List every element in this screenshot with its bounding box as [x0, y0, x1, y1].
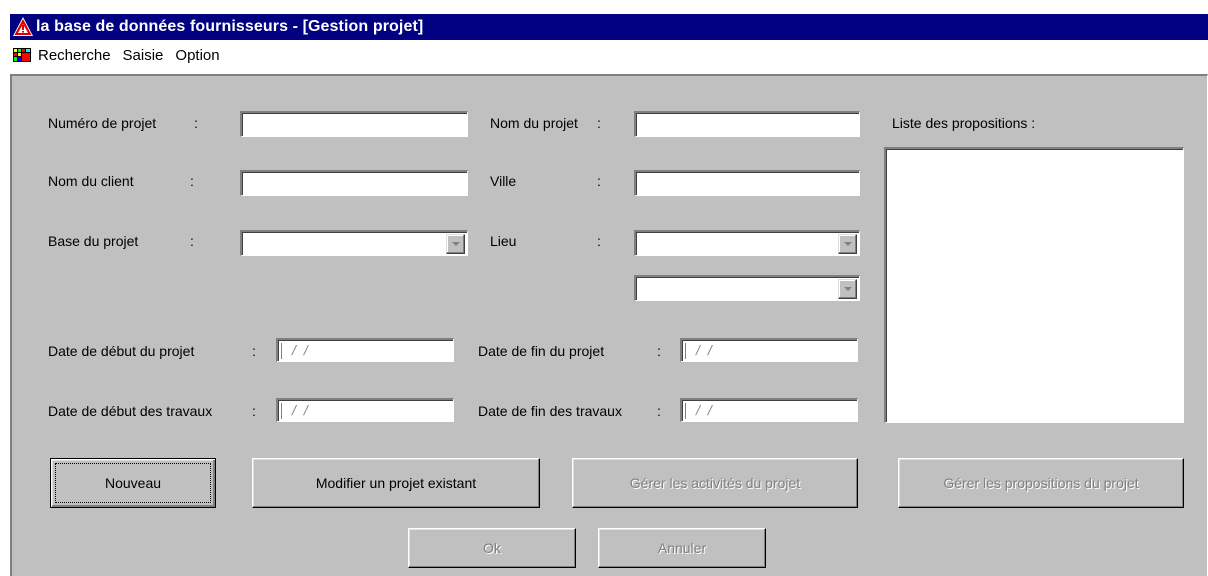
propositions-label: Liste des propositions : — [892, 115, 1036, 131]
lieu-colon: : — [597, 233, 601, 249]
ville-label: Ville — [490, 173, 517, 189]
gerer-propositions-button-label: Gérer les propositions du projet — [943, 475, 1139, 491]
date-field-separator — [281, 403, 282, 419]
numero-projet-input[interactable] — [240, 111, 468, 137]
menu-saisie[interactable]: Saisie — [121, 47, 170, 64]
date-fin-projet-value: / / — [696, 343, 714, 357]
date-field-separator — [685, 403, 686, 419]
date-field-separator — [685, 343, 686, 359]
modifier-projet-button[interactable]: Modifier un projet existant — [252, 458, 540, 508]
modifier-projet-button-label: Modifier un projet existant — [315, 475, 477, 491]
annuler-button-label: Annuler — [657, 540, 707, 556]
date-fin-travaux-input[interactable]: / / — [680, 398, 858, 422]
app-menu-icon[interactable] — [13, 47, 31, 63]
menu-option[interactable]: Option — [173, 47, 225, 64]
date-fin-projet-label: Date de fin du projet — [478, 343, 605, 359]
nom-client-colon: : — [190, 173, 194, 189]
date-fin-projet-input[interactable]: / / — [680, 338, 858, 362]
date-debut-travaux-colon: : — [252, 403, 256, 419]
ok-button[interactable]: Ok — [408, 528, 576, 568]
date-debut-travaux-input[interactable]: / / — [276, 398, 454, 422]
menu-recherche[interactable]: Recherche — [36, 47, 117, 64]
nom-projet-label: Nom du projet — [490, 115, 578, 131]
nouveau-button[interactable]: Nouveau — [50, 458, 216, 508]
date-field-separator — [281, 343, 282, 359]
warning-triangle-icon — [13, 17, 33, 36]
window-titlebar[interactable]: la base de données fournisseurs - [Gesti… — [10, 14, 1208, 40]
gerer-activites-button-label: Gérer les activités du projet — [629, 475, 801, 491]
lieu-secondary-dropdown-button[interactable] — [838, 279, 857, 299]
base-projet-colon: : — [190, 233, 194, 249]
base-projet-select[interactable] — [240, 230, 468, 256]
gerer-propositions-button[interactable]: Gérer les propositions du projet — [898, 458, 1184, 508]
menu-bar: Recherche Saisie Option — [10, 42, 1208, 68]
form-area: Numéro de projet : Nom du projet : Liste… — [10, 74, 1208, 576]
numero-projet-colon: : — [194, 115, 198, 131]
window-title: la base de données fournisseurs - [Gesti… — [36, 18, 424, 35]
date-fin-travaux-value: / / — [696, 403, 714, 417]
base-projet-label: Base du projet — [48, 233, 139, 249]
focus-rectangle — [55, 463, 211, 503]
chevron-down-icon — [843, 287, 852, 291]
base-projet-dropdown-button[interactable] — [446, 234, 465, 254]
nom-client-label: Nom du client — [48, 173, 134, 189]
nom-projet-input[interactable] — [634, 111, 860, 137]
date-debut-projet-colon: : — [252, 343, 256, 359]
lieu-label: Lieu — [490, 233, 517, 249]
lieu-secondary-select[interactable] — [634, 275, 860, 301]
date-fin-projet-colon: : — [657, 343, 661, 359]
date-debut-projet-value: / / — [292, 343, 310, 357]
date-debut-projet-label: Date de début du projet — [48, 343, 195, 359]
lieu-select[interactable] — [634, 230, 860, 256]
date-debut-travaux-value: / / — [292, 403, 310, 417]
chevron-down-icon — [451, 242, 460, 246]
lieu-dropdown-button[interactable] — [838, 234, 857, 254]
numero-projet-label: Numéro de projet — [48, 115, 157, 131]
nom-client-input[interactable] — [240, 170, 468, 196]
propositions-list[interactable] — [884, 147, 1184, 423]
ville-input[interactable] — [634, 170, 860, 196]
nom-projet-colon: : — [597, 115, 601, 131]
ok-button-label: Ok — [483, 540, 501, 556]
date-debut-projet-input[interactable]: / / — [276, 338, 454, 362]
date-debut-travaux-label: Date de début des travaux — [48, 403, 213, 419]
chevron-down-icon — [843, 242, 852, 246]
annuler-button[interactable]: Annuler — [598, 528, 766, 568]
date-fin-travaux-colon: : — [657, 403, 661, 419]
date-fin-travaux-label: Date de fin des travaux — [478, 403, 622, 419]
gerer-activites-button[interactable]: Gérer les activités du projet — [572, 458, 858, 508]
ville-colon: : — [597, 173, 601, 189]
